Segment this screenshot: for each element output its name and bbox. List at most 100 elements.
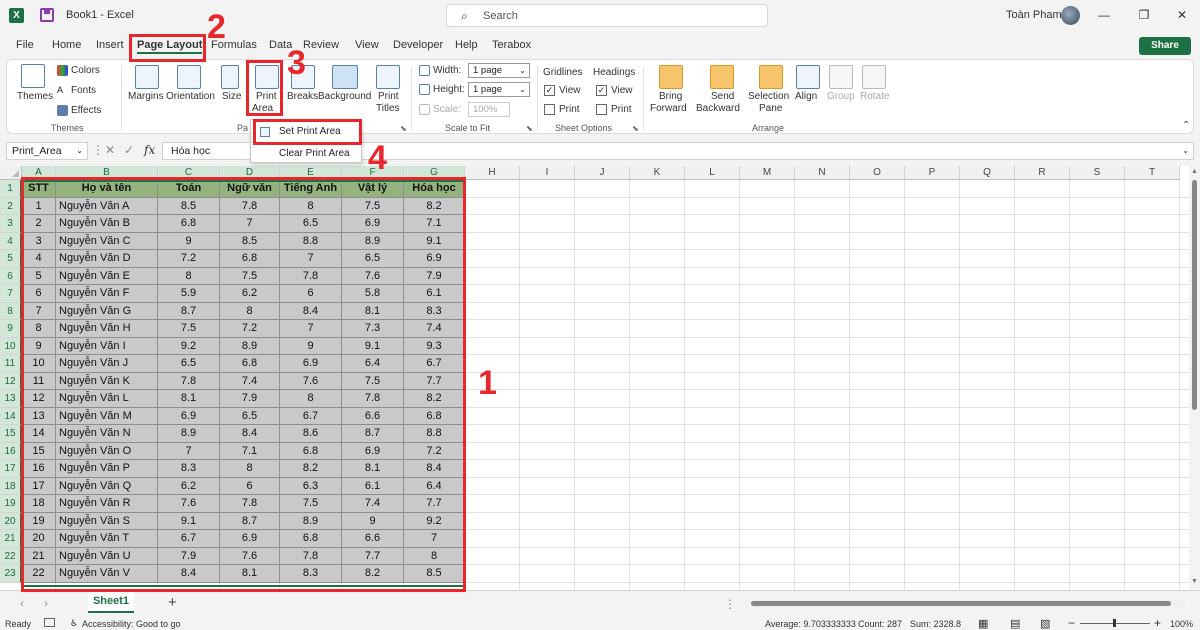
table-cell[interactable]: 9 <box>22 337 56 355</box>
table-cell[interactable]: Nguyễn Văn H <box>56 320 158 338</box>
table-cell[interactable]: 15 <box>22 442 56 460</box>
table-cell[interactable]: 8.2 <box>280 460 342 478</box>
table-cell[interactable]: 6.2 <box>158 477 220 495</box>
sheet-tab-sheet1[interactable]: Sheet1 <box>88 592 134 613</box>
gridlines-view-checkbox[interactable]: ✓ <box>544 85 555 96</box>
table-cell[interactable]: 7.5 <box>158 320 220 338</box>
column-header-m[interactable]: M <box>740 166 795 180</box>
table-cell[interactable]: 6 <box>220 477 280 495</box>
row-header-4[interactable]: 4 <box>0 232 22 250</box>
table-cell[interactable]: 8.9 <box>342 232 404 250</box>
vertical-scrollbar[interactable]: ▲ ▼ <box>1189 166 1200 590</box>
table-cell[interactable]: 7.7 <box>342 547 404 565</box>
themes-button[interactable]: Themes <box>17 91 53 102</box>
sheet-options-launcher-icon[interactable]: ⬊ <box>632 124 639 133</box>
table-cell[interactable]: 6.6 <box>342 407 404 425</box>
table-cell[interactable]: 10 <box>22 355 56 373</box>
table-cell[interactable]: 6.9 <box>404 250 465 268</box>
headings-print-checkbox[interactable] <box>596 104 607 115</box>
table-cell[interactable]: 20 <box>22 530 56 548</box>
row-header-13[interactable]: 13 <box>0 390 22 408</box>
set-print-area-item[interactable]: Set Print Area <box>251 122 361 142</box>
table-cell[interactable]: Nguyễn Văn D <box>56 250 158 268</box>
table-cell[interactable]: 9.1 <box>158 512 220 530</box>
table-header-cell[interactable]: Ngữ văn <box>220 180 280 198</box>
fonts-button[interactable]: Fonts <box>71 85 96 96</box>
effects-button[interactable]: Effects <box>71 105 101 116</box>
table-cell[interactable]: 6.5 <box>342 250 404 268</box>
table-cell[interactable]: 9.3 <box>404 337 465 355</box>
table-cell[interactable]: 5.8 <box>342 285 404 303</box>
table-cell[interactable]: 6 <box>280 285 342 303</box>
table-cell[interactable]: 4 <box>22 250 56 268</box>
table-cell[interactable]: Nguyễn Văn A <box>56 197 158 215</box>
table-cell[interactable]: 8.2 <box>342 565 404 583</box>
table-cell[interactable]: Nguyễn Văn J <box>56 355 158 373</box>
table-cell[interactable]: 7.6 <box>280 372 342 390</box>
column-header-o[interactable]: O <box>850 166 905 180</box>
row-header-21[interactable]: 21 <box>0 530 22 548</box>
column-header-n[interactable]: N <box>795 166 850 180</box>
table-cell[interactable]: 6.1 <box>404 285 465 303</box>
row-header-11[interactable]: 11 <box>0 355 22 373</box>
table-cell[interactable]: 6.9 <box>342 442 404 460</box>
scale-launcher-icon[interactable]: ⬊ <box>526 124 533 133</box>
row-header-7[interactable]: 7 <box>0 285 22 303</box>
table-cell[interactable]: Nguyễn Văn R <box>56 495 158 513</box>
table-header-cell[interactable]: Toán <box>158 180 220 198</box>
table-cell[interactable]: 3 <box>22 232 56 250</box>
table-cell[interactable]: 7.5 <box>342 372 404 390</box>
row-header-22[interactable]: 22 <box>0 547 22 565</box>
table-cell[interactable]: 1 <box>22 197 56 215</box>
close-button[interactable]: ✕ <box>1172 6 1192 26</box>
minimize-button[interactable]: — <box>1094 6 1114 26</box>
table-cell[interactable]: 6.8 <box>404 407 465 425</box>
table-cell[interactable]: 7.8 <box>220 495 280 513</box>
table-cell[interactable]: 8.9 <box>220 337 280 355</box>
tab-help[interactable]: Help <box>455 39 478 51</box>
tab-home[interactable]: Home <box>52 39 81 51</box>
table-cell[interactable]: 8.4 <box>280 302 342 320</box>
name-box[interactable]: Print_Area ⌄ <box>6 142 88 160</box>
table-cell[interactable]: 6.8 <box>220 355 280 373</box>
row-header-19[interactable]: 19 <box>0 495 22 513</box>
table-cell[interactable]: 7 <box>22 302 56 320</box>
table-cell[interactable]: 7.4 <box>404 320 465 338</box>
table-cell[interactable]: 8.7 <box>158 302 220 320</box>
horizontal-scrollbar[interactable] <box>745 600 1185 607</box>
table-cell[interactable]: Nguyễn Văn C <box>56 232 158 250</box>
table-cell[interactable]: 8.5 <box>220 232 280 250</box>
add-sheet-icon[interactable]: + <box>168 594 177 611</box>
prev-sheet-icon[interactable]: ‹ <box>20 596 24 610</box>
table-cell[interactable]: Nguyễn Văn I <box>56 337 158 355</box>
tab-insert[interactable]: Insert <box>96 39 124 51</box>
table-cell[interactable]: Nguyễn Văn F <box>56 285 158 303</box>
table-cell[interactable]: Nguyễn Văn T <box>56 530 158 548</box>
column-header-c[interactable]: C <box>158 166 220 180</box>
table-cell[interactable]: 8 <box>220 302 280 320</box>
column-header-s[interactable]: S <box>1070 166 1125 180</box>
table-cell[interactable]: 7.8 <box>158 372 220 390</box>
table-cell[interactable]: 8.1 <box>158 390 220 408</box>
print-titles-label-2[interactable]: Titles <box>376 103 400 114</box>
clear-print-area-item[interactable]: Clear Print Area <box>251 144 361 164</box>
table-cell[interactable]: 17 <box>22 477 56 495</box>
table-cell[interactable]: 6.9 <box>342 215 404 233</box>
table-cell[interactable]: 7.2 <box>158 250 220 268</box>
table-cell[interactable]: 9 <box>342 512 404 530</box>
table-cell[interactable]: 2 <box>22 215 56 233</box>
share-button[interactable]: Share <box>1139 37 1191 55</box>
zoom-out-icon[interactable]: − <box>1068 616 1075 630</box>
table-cell[interactable]: 8.7 <box>342 425 404 443</box>
table-cell[interactable]: 8.9 <box>158 425 220 443</box>
breaks-button[interactable]: Breaks <box>287 91 318 102</box>
worksheet-grid[interactable]: A B C D E F G H I J K L M N O P Q R S T 1 2 3 4 5 6 7 8 9 10 11 12 13 14 1… <box>0 166 1189 590</box>
height-dropdown[interactable]: 1 page ⌄ <box>468 82 530 97</box>
table-cell[interactable]: 7.6 <box>220 547 280 565</box>
accessibility-status[interactable]: Accessibility: Good to go <box>82 619 181 629</box>
table-cell[interactable]: 6.4 <box>404 477 465 495</box>
page-layout-view-icon[interactable]: ▤ <box>1010 617 1020 630</box>
row-header-6[interactable]: 6 <box>0 267 22 285</box>
table-cell[interactable]: 6.9 <box>280 355 342 373</box>
table-cell[interactable]: 7.9 <box>158 547 220 565</box>
